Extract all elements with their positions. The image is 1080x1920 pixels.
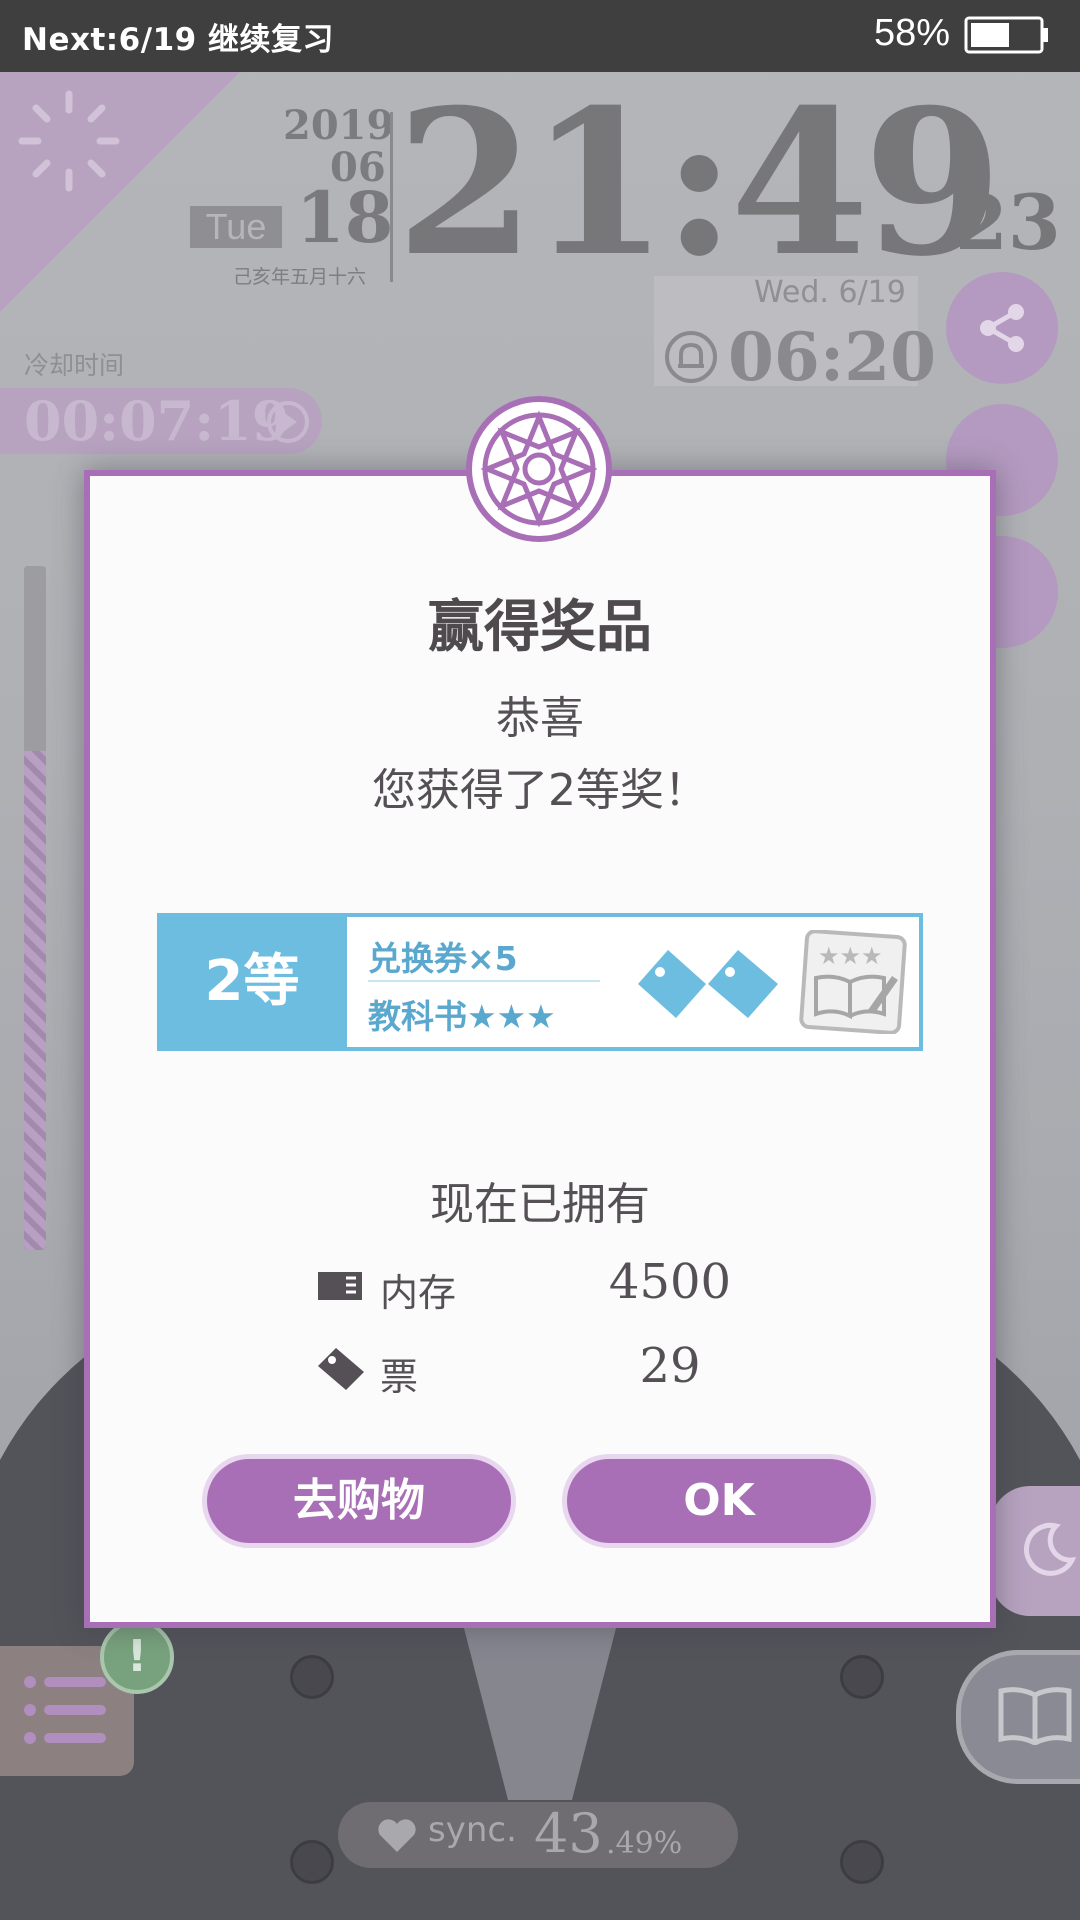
go-shopping-button[interactable]: 去购物 [202, 1454, 516, 1548]
memory-label: 内存 [380, 1271, 457, 1315]
exclamation-icon: ! [126, 1631, 148, 1682]
next-review-text: Next:6/19 继续复习 [22, 22, 335, 58]
memory-value: 4500 [608, 1254, 732, 1310]
date-day: 18 [296, 176, 394, 259]
battery-icon [964, 16, 1048, 54]
share-icon [980, 304, 1024, 352]
prize-item-vouchers: 兑换券×5 [368, 939, 518, 978]
list-icon [24, 1676, 106, 1744]
svg-text:★★★: ★★★ [818, 942, 883, 970]
memory-card-icon [318, 1272, 362, 1300]
clock-seconds: 23 [955, 178, 1061, 267]
alarm-time: 06:20 [728, 318, 937, 396]
read-button[interactable] [956, 1650, 1080, 1784]
ticket-icon [318, 1348, 364, 1390]
ticket-label: 票 [380, 1355, 419, 1399]
date-year: 2019 [283, 102, 395, 149]
sync-value-decimal: .49% [606, 1826, 683, 1861]
open-book-icon [998, 1687, 1072, 1745]
sun-icon[interactable] [14, 86, 124, 196]
textbook-icon: ★★★ [799, 930, 907, 1034]
prize-message: 您获得了2等奖！ [372, 765, 708, 816]
congrats-text: 恭喜 [496, 693, 584, 744]
prize-item-textbook: 教科书★★★ [368, 997, 556, 1036]
prize-rank: 2等 [157, 913, 347, 1051]
date-divider [390, 112, 393, 282]
moon-button[interactable] [990, 1486, 1080, 1616]
ok-button[interactable]: OK [562, 1454, 876, 1548]
cooldown-time: 00:07:19 [24, 389, 290, 453]
cooldown-label: 冷却时间 [24, 351, 125, 380]
battery-percent: 58% [873, 12, 950, 54]
heart-icon [378, 1819, 416, 1852]
bell-icon [665, 331, 717, 383]
jacket-button [840, 1840, 884, 1884]
date-weekday: Tue [190, 206, 282, 248]
jacket-button [840, 1655, 884, 1699]
share-button[interactable] [946, 272, 1058, 384]
alarm-date: Wed. 6/19 [754, 275, 906, 310]
ticket-value: 29 [639, 1338, 701, 1394]
dialog-title: 赢得奖品 [428, 595, 652, 660]
progress-gauge-fill [24, 751, 46, 1250]
prize-divider [368, 980, 600, 982]
dialog-emblem [466, 396, 612, 542]
voucher-tickets-icon [638, 950, 778, 1018]
status-bar: Next:6/19 继续复习 58% [0, 0, 1080, 72]
play-icon[interactable] [266, 400, 310, 444]
lunar-date: 己亥年五月十六 [233, 266, 367, 288]
owned-title: 现在已拥有 [430, 1179, 650, 1230]
sync-label: sync. [428, 1810, 517, 1850]
jacket-button [290, 1655, 334, 1699]
moon-icon [1023, 1522, 1077, 1576]
alert-badge[interactable]: ! [100, 1620, 174, 1694]
clock-time: 21:49 [396, 66, 1002, 301]
flower-emblem-icon [480, 410, 598, 528]
jacket-button [290, 1840, 334, 1884]
sync-value: 43 [534, 1802, 603, 1865]
